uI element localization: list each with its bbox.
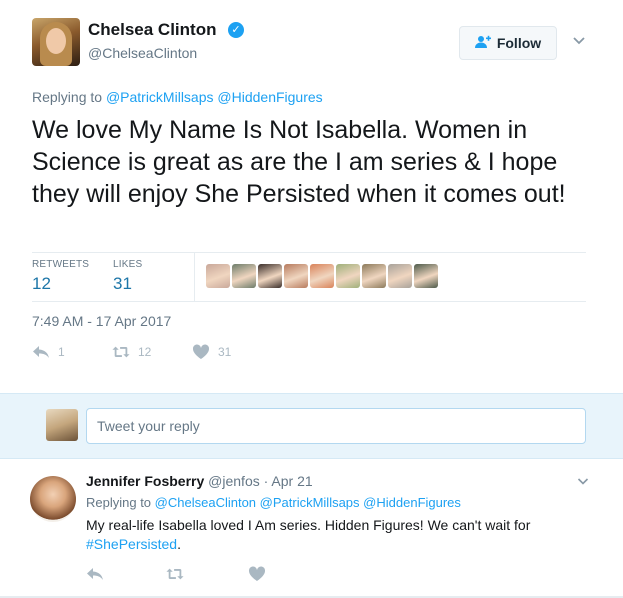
divider (32, 301, 586, 302)
reply-icon (87, 568, 103, 580)
reply-composer: Tweet your reply (0, 393, 623, 459)
liker-avatar[interactable] (206, 264, 230, 288)
author-name[interactable]: Chelsea Clinton (88, 20, 216, 40)
retweet-icon (166, 568, 184, 580)
mention-link[interactable]: @ChelseaClinton (155, 495, 256, 510)
follow-button[interactable]: Follow (459, 26, 557, 60)
liker-avatar[interactable] (232, 264, 256, 288)
replying-to: Replying to @PatrickMillsaps @HiddenFigu… (32, 89, 323, 105)
tweet-reply-input[interactable]: Tweet your reply (86, 408, 586, 444)
like-button[interactable]: 31 (192, 344, 231, 360)
mention-link[interactable]: @HiddenFigures (217, 89, 322, 105)
like-count: 31 (218, 345, 232, 359)
tweet-text: We love My Name Is Not Isabella. Women i… (32, 116, 566, 208)
reply-author-name[interactable]: Jennifer Fosberry (86, 473, 204, 489)
tweet-timestamp[interactable]: 7:49 AM - 17 Apr 2017 (32, 313, 171, 329)
likes-count: 31 (113, 274, 132, 293)
retweets-count: 12 (32, 274, 51, 293)
likes-stat[interactable]: LIKES 31 (113, 259, 142, 294)
liker-avatar[interactable] (310, 264, 334, 288)
divider (194, 252, 195, 301)
liker-avatar[interactable] (362, 264, 386, 288)
verified-badge-icon: ✓ (228, 22, 244, 38)
liker-avatar[interactable] (388, 264, 412, 288)
chevron-down-icon[interactable] (572, 33, 586, 47)
separator: · (263, 473, 269, 489)
liker-avatar[interactable] (414, 264, 438, 288)
main-tweet: Chelsea Clinton ✓ @ChelseaClinton Follow… (0, 0, 623, 392)
retweet-count: 12 (138, 345, 152, 359)
reply-date[interactable]: Apr 21 (271, 473, 312, 489)
add-user-icon (474, 35, 491, 52)
retweet-icon (112, 346, 130, 358)
divider (32, 252, 586, 253)
liker-avatar[interactable] (336, 264, 360, 288)
likers-avatars (206, 264, 438, 288)
reply-button[interactable]: 1 (32, 344, 65, 360)
retweet-button[interactable] (166, 566, 184, 587)
reply-author-line: Jennifer Fosberry @jenfos · Apr 21 (86, 473, 313, 489)
reply-author-handle[interactable]: @jenfos (208, 473, 260, 489)
reply-tweet[interactable]: Jennifer Fosberry @jenfos · Apr 21 Reply… (0, 460, 623, 598)
heart-icon (192, 344, 210, 359)
reply-text: My real-life Isabella loved I Am series.… (86, 517, 531, 552)
heart-icon (248, 566, 266, 581)
reply-count: 1 (58, 345, 65, 359)
retweets-stat[interactable]: RETWEETS 12 (32, 259, 89, 294)
current-user-avatar (46, 409, 78, 441)
liker-avatar[interactable] (258, 264, 282, 288)
hashtag-link[interactable]: #ShePersisted (86, 536, 177, 552)
mention-link[interactable]: @PatrickMillsaps (260, 495, 360, 510)
author-avatar[interactable] (32, 18, 80, 66)
mention-link[interactable]: @PatrickMillsaps (106, 89, 214, 105)
likes-label: LIKES (113, 259, 143, 270)
reply-author-avatar[interactable] (30, 476, 76, 522)
reply-replying-to: Replying to @ChelseaClinton @PatrickMill… (86, 495, 461, 510)
reply-button[interactable] (86, 566, 104, 587)
author-handle[interactable]: @ChelseaClinton (88, 45, 197, 61)
like-button[interactable] (248, 566, 266, 587)
reply-icon (33, 346, 49, 358)
liker-avatar[interactable] (284, 264, 308, 288)
chevron-down-icon[interactable] (577, 474, 589, 486)
follow-label: Follow (496, 35, 542, 51)
retweet-button[interactable]: 12 (112, 344, 151, 360)
retweets-label: RETWEETS (32, 259, 90, 270)
mention-link[interactable]: @HiddenFigures (363, 495, 461, 510)
